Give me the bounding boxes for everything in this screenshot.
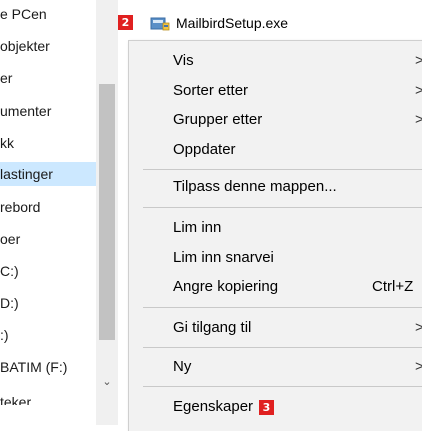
menu-separator bbox=[143, 169, 422, 170]
menu-item-label: Angre kopiering bbox=[173, 278, 279, 295]
nav-item-documents[interactable]: umenter bbox=[0, 99, 96, 123]
nav-item-pictures[interactable]: oer bbox=[0, 227, 96, 251]
menu-separator bbox=[143, 207, 422, 208]
nav-item-3d-objects[interactable]: objekter bbox=[0, 34, 96, 58]
menu-separator bbox=[143, 307, 422, 308]
menu-item-paste-shortcut[interactable]: Lim inn snarvei bbox=[129, 244, 422, 272]
menu-item-label: Oppdater bbox=[173, 141, 236, 158]
menu-item-label: Sorter etter bbox=[173, 82, 249, 99]
nav-scrollbar[interactable]: ⌄ bbox=[96, 0, 118, 425]
menu-item-label: Gi tilgang til bbox=[173, 319, 252, 336]
context-menu: Vis > Sorter etter > Grupper etter > Opp… bbox=[128, 40, 422, 431]
file-list: 2 MailbirdSetup.exe bbox=[118, 0, 422, 40]
nav-item-libraries[interactable]: teker bbox=[0, 387, 96, 405]
menu-item-label: Ny bbox=[173, 358, 192, 375]
menu-item-group-by[interactable]: Grupper etter > bbox=[129, 106, 422, 134]
chevron-right-icon: > bbox=[415, 358, 422, 375]
chevron-down-icon[interactable]: ⌄ bbox=[99, 374, 115, 390]
menu-item-label: Grupper etter bbox=[173, 111, 263, 128]
nav-item-desktop[interactable]: rebord bbox=[0, 195, 96, 219]
menu-item-shortcut: Ctrl+Z bbox=[372, 278, 414, 295]
chevron-right-icon: > bbox=[415, 82, 422, 99]
menu-item-properties[interactable]: Egenskaper 3 bbox=[129, 393, 422, 421]
menu-item-sort-by[interactable]: Sorter etter > bbox=[129, 77, 422, 105]
menu-item-label: Lim inn bbox=[173, 219, 222, 236]
nav-item-drive-c[interactable]: C:) bbox=[0, 259, 96, 283]
menu-item-new[interactable]: Ny > bbox=[129, 353, 422, 381]
menu-item-label: Egenskaper bbox=[173, 398, 254, 415]
installer-icon bbox=[150, 17, 170, 31]
menu-item-label: Tilpass denne mappen... bbox=[173, 178, 337, 195]
menu-item-paste[interactable]: Lim inn bbox=[129, 214, 422, 242]
menu-item-label: Lim inn snarvei bbox=[173, 249, 274, 266]
nav-item-music[interactable]: kk bbox=[0, 131, 96, 155]
scrollbar-thumb[interactable] bbox=[99, 84, 115, 340]
menu-separator bbox=[143, 347, 422, 348]
nav-item-downloads[interactable]: lastinger bbox=[0, 162, 96, 186]
file-name[interactable]: MailbirdSetup.exe bbox=[176, 13, 288, 33]
menu-item-view[interactable]: Vis > bbox=[129, 47, 422, 75]
menu-item-give-access[interactable]: Gi tilgang til > bbox=[129, 314, 422, 342]
menu-item-label: Vis bbox=[173, 52, 194, 69]
nav-item-verbatim-f[interactable]: BATIM (F:) bbox=[0, 355, 96, 379]
step-badge-2: 2 bbox=[118, 15, 133, 30]
navigation-pane: e PCen objekter er umenter kk lastinger … bbox=[0, 0, 118, 425]
menu-item-undo-copy[interactable]: Angre kopiering Ctrl+Z bbox=[129, 273, 422, 301]
nav-item-drive-d[interactable]: D:) bbox=[0, 291, 96, 315]
nav-item-this-pc[interactable]: e PCen bbox=[0, 2, 96, 26]
menu-separator bbox=[143, 386, 422, 387]
menu-item-refresh[interactable]: Oppdater bbox=[129, 136, 422, 164]
menu-item-customize-folder[interactable]: Tilpass denne mappen... bbox=[129, 173, 422, 201]
nav-item-drive-e[interactable]: :) bbox=[0, 323, 96, 347]
step-badge-3: 3 bbox=[259, 400, 274, 415]
nav-item-videos[interactable]: er bbox=[0, 66, 96, 90]
chevron-right-icon: > bbox=[415, 52, 422, 69]
chevron-right-icon: > bbox=[415, 111, 422, 128]
chevron-right-icon: > bbox=[415, 319, 422, 336]
